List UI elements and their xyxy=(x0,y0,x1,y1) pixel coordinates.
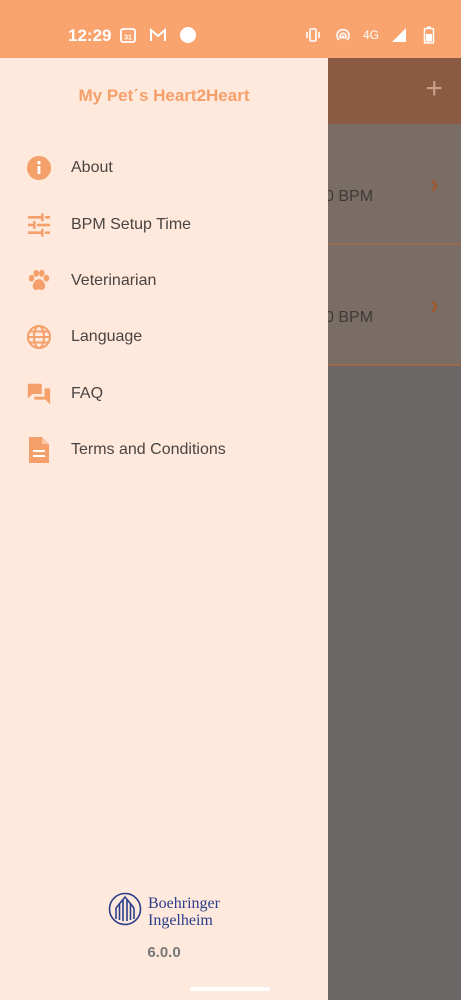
app-version: 6.0.0 xyxy=(147,944,181,961)
menu-item-label: Language xyxy=(71,328,143,346)
chevron-right-icon: › xyxy=(429,168,439,199)
brand-name: Boehringer Ingelheim xyxy=(148,895,220,929)
list-item-bpm: 0 BPM xyxy=(325,188,374,205)
menu-item-bpm-setup-time[interactable]: BPM Setup Time xyxy=(0,196,328,252)
calendar-icon: 31 xyxy=(118,25,138,45)
drawer-title: My Pet´s Heart2Heart xyxy=(78,86,250,105)
menu-item-terms-and-conditions[interactable]: Terms and Conditions xyxy=(0,422,328,478)
menu-item-label: FAQ xyxy=(71,384,104,402)
home-indicator[interactable] xyxy=(190,987,270,991)
sliders-icon xyxy=(26,212,52,238)
menu-item-faq[interactable]: FAQ xyxy=(0,366,328,422)
info-icon xyxy=(26,155,52,181)
globe-icon xyxy=(26,324,52,350)
menu-item-label: Terms and Conditions xyxy=(71,441,226,459)
network-type-label: 4G xyxy=(362,28,379,42)
menu-item-label: Veterinarian xyxy=(71,271,157,289)
drawer-menu: About BPM Setup Time Veterinarian Langua… xyxy=(0,140,328,478)
menu-item-about[interactable]: About xyxy=(0,140,328,196)
menu-item-label: BPM Setup Time xyxy=(71,215,192,233)
dot-icon xyxy=(178,25,198,45)
svg-text:31: 31 xyxy=(124,35,132,42)
boehringer-logo-icon xyxy=(108,892,142,931)
menu-item-label: About xyxy=(71,159,113,177)
paw-icon xyxy=(26,268,52,294)
navigation-drawer: My Pet´s Heart2Heart About BPM Setup Tim… xyxy=(0,58,328,1000)
menu-item-veterinarian[interactable]: Veterinarian xyxy=(0,253,328,309)
brand-name-line2: Ingelheim xyxy=(148,911,213,929)
hotspot-icon xyxy=(333,25,353,45)
brand-logo: Boehringer Ingelheim xyxy=(0,892,328,931)
status-bar: 12:29 31 4G xyxy=(0,0,461,58)
status-notification-icons: 31 xyxy=(118,25,198,45)
chevron-right-icon: › xyxy=(429,289,439,320)
brand-name-line1: Boehringer xyxy=(148,894,220,912)
battery-icon xyxy=(419,25,439,45)
chat-icon xyxy=(26,381,52,407)
status-time: 12:29 xyxy=(68,26,112,45)
plus-icon[interactable]: + xyxy=(425,74,443,104)
list-item-bpm: 0 BPM xyxy=(325,309,374,326)
document-icon xyxy=(26,437,52,464)
signal-icon xyxy=(389,25,409,45)
gmail-icon xyxy=(148,25,168,45)
vibrate-icon xyxy=(303,25,323,45)
menu-item-language[interactable]: Language xyxy=(0,309,328,365)
status-system-icons: 4G xyxy=(303,25,439,45)
